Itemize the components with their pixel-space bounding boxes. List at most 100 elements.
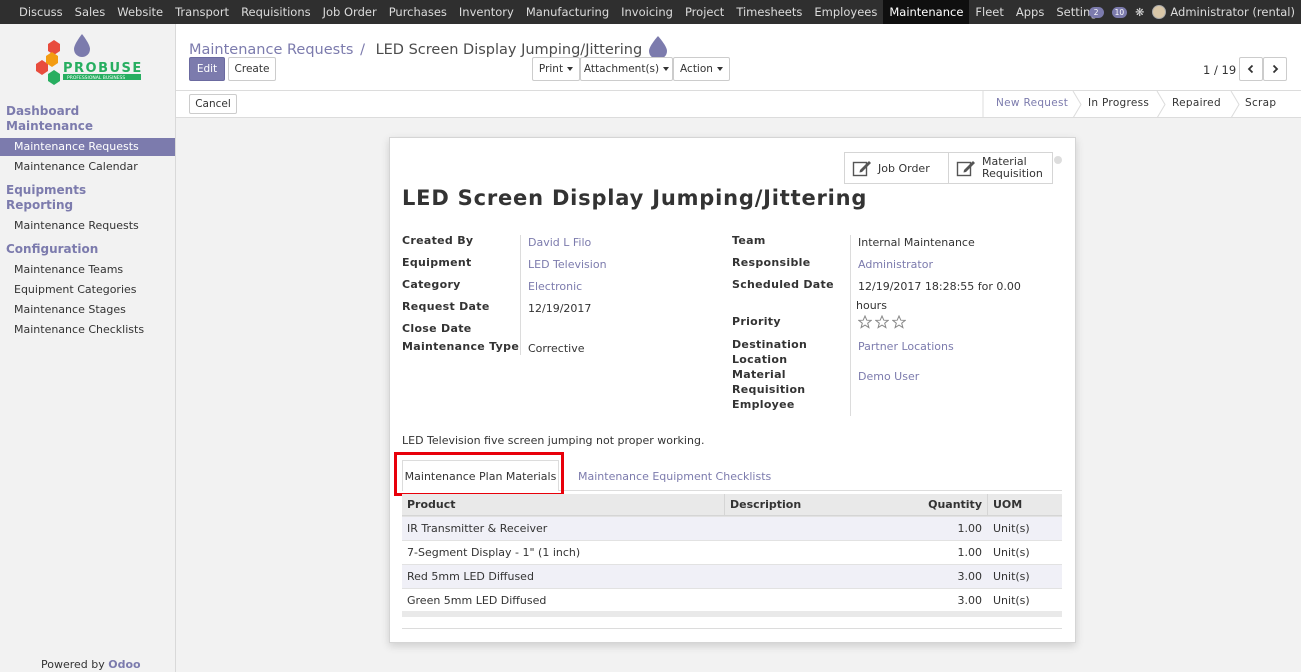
caret-down-icon bbox=[567, 67, 574, 71]
field-value-category[interactable]: Electronic bbox=[528, 279, 582, 294]
activity-badge: 10 bbox=[1111, 6, 1128, 18]
stage-in-progress[interactable]: In Progress bbox=[1088, 97, 1149, 109]
sidebar-item-maintenance-checklists[interactable]: Maintenance Checklists bbox=[0, 321, 175, 339]
field-value-destination[interactable]: Partner Locations bbox=[858, 339, 954, 354]
sidebar-item-maintenance-calendar[interactable]: Maintenance Calendar bbox=[0, 158, 175, 176]
table-row[interactable]: Green 5mm LED Diffused 3.00 Unit(s) bbox=[402, 588, 1062, 612]
star-icon[interactable] bbox=[858, 315, 872, 329]
column-header-product[interactable]: Product bbox=[402, 494, 724, 515]
menu-item-inventory[interactable]: Inventory bbox=[453, 0, 520, 24]
cell-quantity: 3.00 bbox=[957, 594, 983, 607]
table-footer bbox=[402, 611, 1062, 617]
cell-description bbox=[724, 541, 864, 564]
create-button[interactable]: Create bbox=[228, 57, 276, 81]
pager-next-button[interactable] bbox=[1263, 57, 1287, 81]
attachments-dropdown[interactable]: Attachment(s) bbox=[580, 57, 673, 81]
highlight-box bbox=[394, 452, 564, 496]
job-order-smart-button[interactable]: Job Order bbox=[844, 152, 949, 184]
sidebar-section-equipments-reporting[interactable]: Equipments Reporting bbox=[6, 183, 86, 213]
menu-item-invoicing[interactable]: Invoicing bbox=[615, 0, 679, 24]
status-dot bbox=[1054, 156, 1062, 164]
sidebar-section-dashboard-maintenance[interactable]: Dashboard Maintenance bbox=[6, 104, 93, 134]
action-dropdown[interactable]: Action bbox=[673, 57, 730, 81]
messages-badge: 2 bbox=[1088, 6, 1104, 18]
menu-item-transport[interactable]: Transport bbox=[169, 0, 235, 24]
menu-item-employees[interactable]: Employees bbox=[808, 0, 883, 24]
menu-item-purchases[interactable]: Purchases bbox=[383, 0, 453, 24]
cell-uom: Unit(s) bbox=[993, 546, 1030, 559]
stage-scrap[interactable]: Scrap bbox=[1245, 97, 1276, 109]
table-row[interactable]: 7-Segment Display - 1" (1 inch) 1.00 Unit(… bbox=[402, 540, 1062, 564]
field-label-maintenance-type: Maintenance Type bbox=[402, 340, 520, 353]
sidebar: PROBUSE PROFESSIONAL BUSINESS Dashboard M… bbox=[0, 24, 176, 672]
table-row[interactable]: Red 5mm LED Diffused 3.00 Unit(s) bbox=[402, 564, 1062, 588]
cell-uom: Unit(s) bbox=[993, 570, 1030, 583]
menu-item-manufacturing[interactable]: Manufacturing bbox=[520, 0, 615, 24]
pager-previous-button[interactable] bbox=[1239, 57, 1263, 81]
column-header-uom[interactable]: UOM bbox=[987, 494, 1062, 515]
sidebar-item-maintenance-requests[interactable]: Maintenance Requests bbox=[0, 217, 175, 235]
messages-icon[interactable]: 2 bbox=[1088, 6, 1104, 18]
table-header: Product Description Quantity UOM bbox=[402, 494, 1062, 516]
top-navbar: Discuss Sales Website Transport Requisitions… bbox=[0, 0, 1301, 24]
stage-new-request[interactable]: New Request bbox=[996, 97, 1068, 109]
menu-item-job-order[interactable]: Job Order bbox=[317, 0, 383, 24]
field-label-created-by: Created By bbox=[402, 234, 474, 247]
menu-item-website[interactable]: Website bbox=[111, 0, 169, 24]
stage-repaired[interactable]: Repaired bbox=[1172, 97, 1221, 109]
table-row[interactable]: IR Transmitter & Receiver 1.00 Unit(s) bbox=[402, 516, 1062, 540]
systray: 2 10 ❋ Administrator (rental) bbox=[1088, 0, 1295, 24]
breadcrumb-parent[interactable]: Maintenance Requests bbox=[189, 42, 353, 58]
field-label-request-date: Request Date bbox=[402, 300, 490, 313]
menu-item-fleet[interactable]: Fleet bbox=[969, 0, 1009, 24]
menu-item-maintenance[interactable]: Maintenance bbox=[883, 0, 970, 24]
priority-stars[interactable] bbox=[858, 315, 906, 329]
sidebar-item-maintenance-stages[interactable]: Maintenance Stages bbox=[0, 301, 175, 319]
menu-item-timesheets[interactable]: Timesheets bbox=[730, 0, 808, 24]
cell-product: Green 5mm LED Diffused bbox=[407, 594, 547, 607]
powered-by[interactable]: Powered by Odoo bbox=[41, 658, 141, 671]
menu-item-requisitions[interactable]: Requisitions bbox=[235, 0, 317, 24]
menu-item-discuss[interactable]: Discuss bbox=[13, 0, 69, 24]
field-value-responsible[interactable]: Administrator bbox=[858, 257, 933, 272]
sidebar-item-equipment-categories[interactable]: Equipment Categories bbox=[0, 281, 175, 299]
column-header-quantity[interactable]: Quantity bbox=[864, 494, 987, 515]
table-bottom-line bbox=[402, 628, 1062, 629]
cell-quantity: 3.00 bbox=[957, 570, 983, 583]
menu-item-sales[interactable]: Sales bbox=[69, 0, 112, 24]
cell-description bbox=[724, 589, 864, 612]
breadcrumb-separator: / bbox=[360, 42, 365, 58]
chevron-left-icon bbox=[1247, 64, 1254, 74]
bug-icon[interactable]: ❋ bbox=[1135, 6, 1144, 19]
company-logo: PROBUSE PROFESSIONAL BUSINESS bbox=[36, 34, 141, 85]
cell-description bbox=[724, 517, 864, 540]
star-icon[interactable] bbox=[892, 315, 906, 329]
cell-product: IR Transmitter & Receiver bbox=[407, 522, 548, 535]
user-menu[interactable]: Administrator (rental) bbox=[1152, 5, 1295, 19]
stage-arrow bbox=[1230, 91, 1240, 118]
edit-icon bbox=[956, 161, 975, 177]
print-dropdown[interactable]: Print bbox=[532, 57, 580, 81]
field-value-created-by[interactable]: David L Filo bbox=[528, 235, 591, 250]
tab-maintenance-equipment-checklists[interactable]: Maintenance Equipment Checklists bbox=[578, 470, 771, 483]
field-value-employee[interactable]: Demo User bbox=[858, 369, 919, 384]
user-name: Administrator (rental) bbox=[1170, 5, 1295, 19]
column-header-description[interactable]: Description bbox=[724, 494, 864, 515]
menu-item-apps[interactable]: Apps bbox=[1010, 0, 1050, 24]
activity-icon[interactable]: 10 bbox=[1111, 6, 1128, 18]
materials-table: Product Description Quantity UOM IR Tran… bbox=[402, 494, 1062, 612]
field-value-equipment[interactable]: LED Television bbox=[528, 257, 607, 272]
sidebar-section-configuration[interactable]: Configuration bbox=[6, 242, 98, 257]
star-icon[interactable] bbox=[875, 315, 889, 329]
cell-uom: Unit(s) bbox=[993, 522, 1030, 535]
menu-item-project[interactable]: Project bbox=[679, 0, 730, 24]
pager-value[interactable]: 1 / 19 bbox=[1203, 63, 1236, 77]
cell-description bbox=[724, 565, 864, 588]
edit-button[interactable]: Edit bbox=[189, 57, 225, 81]
sidebar-item-maintenance-requests[interactable]: Maintenance Requests bbox=[0, 138, 175, 156]
cell-product: Red 5mm LED Diffused bbox=[407, 570, 534, 583]
cancel-button[interactable]: Cancel bbox=[189, 94, 237, 114]
cell-uom: Unit(s) bbox=[993, 594, 1030, 607]
sidebar-item-maintenance-teams[interactable]: Maintenance Teams bbox=[0, 261, 175, 279]
material-requisition-smart-button[interactable]: Material Requisition bbox=[948, 152, 1053, 184]
